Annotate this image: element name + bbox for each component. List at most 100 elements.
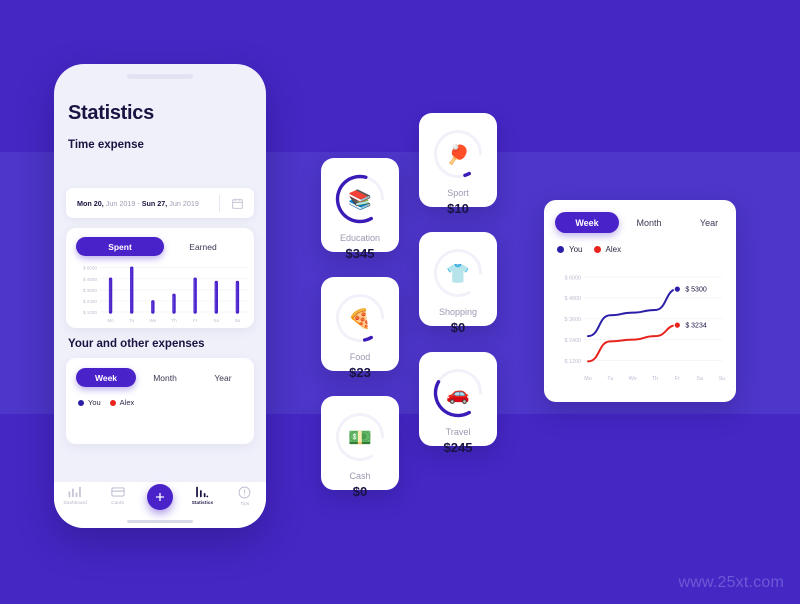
- svg-text:$ 4800: $ 4800: [83, 277, 97, 282]
- nav-item-tips[interactable]: Tips: [224, 486, 266, 506]
- nav-item-dashboard[interactable]: Dashboard: [54, 486, 96, 505]
- tab-year[interactable]: Year: [194, 368, 252, 387]
- svg-text:$ 3600: $ 3600: [83, 288, 97, 293]
- svg-text:$ 2400: $ 2400: [83, 299, 97, 304]
- category-name: Food: [349, 352, 371, 362]
- page-title: Statistics: [68, 102, 154, 124]
- date-range-field[interactable]: Mon 20, Jun 2019 - Sun 27, Jun 2019: [66, 188, 254, 218]
- period-toggle[interactable]: Week Month Year: [555, 212, 739, 233]
- chart-legend: You Alex: [78, 398, 134, 407]
- svg-text:Th: Th: [652, 376, 658, 382]
- tab-week[interactable]: Week: [555, 212, 619, 233]
- legend-dot-alex: [593, 246, 601, 253]
- category-card-shopping[interactable]: 👕 Shopping $0: [419, 232, 497, 335]
- category-card-education[interactable]: 📚 Education $345: [321, 158, 399, 261]
- svg-text:$ 6000: $ 6000: [565, 275, 582, 281]
- tab-earned[interactable]: Earned: [164, 237, 242, 256]
- svg-text:$ 5300: $ 5300: [685, 287, 707, 294]
- svg-text:Mo: Mo: [584, 376, 592, 382]
- date-end-day: Sun 27,: [141, 198, 168, 208]
- date-start-rest: Jun 2019 -: [103, 198, 142, 208]
- date-start-day: Mon 20,: [77, 198, 104, 208]
- svg-text:Sa: Sa: [213, 318, 219, 323]
- svg-text:Tu: Tu: [129, 318, 135, 323]
- svg-text:Sa: Sa: [696, 376, 703, 382]
- legend-label-alex: Alex: [119, 398, 135, 407]
- phone-speaker: [127, 74, 193, 79]
- line-chart-panel: Week Month Year You Alex $ 6000 $ 4800 $ 3…: [544, 200, 736, 402]
- legend-dot-you: [78, 399, 84, 406]
- category-value: $23: [349, 365, 371, 380]
- stats-icon: [196, 486, 209, 498]
- legend-item-alex: Alex: [109, 398, 135, 407]
- svg-text:Fr: Fr: [193, 318, 198, 323]
- pingpong-icon: 🏓: [446, 143, 470, 166]
- progress-ring: 👕: [431, 246, 485, 300]
- pizza-icon: 🍕: [348, 307, 372, 330]
- category-card-sport[interactable]: 🏓 Sport $10: [419, 113, 497, 216]
- tab-month[interactable]: Month: [619, 212, 679, 233]
- svg-text:$ 2400: $ 2400: [565, 338, 582, 344]
- bar-chart-icon: [68, 486, 82, 498]
- screen-root: Statistics Time expense Mon 20, Jun 2019…: [0, 0, 800, 604]
- section-title-time-expense: Time expense: [68, 139, 144, 151]
- legend-item-you: You: [557, 245, 583, 254]
- category-value: $0: [352, 484, 368, 499]
- legend-item-alex: Alex: [593, 245, 621, 254]
- calendar-icon[interactable]: [220, 197, 254, 210]
- category-value: $10: [447, 201, 469, 216]
- category-value: $245: [443, 440, 473, 455]
- date-end-rest: Jun 2019: [167, 198, 199, 208]
- home-indicator: [127, 520, 193, 523]
- legend-dot-alex: [109, 399, 116, 406]
- tab-month[interactable]: Month: [136, 368, 194, 387]
- bar-chart: $ 6000 $ 4800 $ 3600 $ 2400 $ 1200 Mo Tu We Th Fr…: [66, 260, 254, 328]
- nav-item-cards[interactable]: Cards: [96, 486, 138, 505]
- svg-text:Su: Su: [235, 318, 241, 323]
- category-card-cash[interactable]: 💵 Cash $0: [321, 396, 399, 499]
- svg-text:$ 4800: $ 4800: [565, 296, 582, 302]
- bottom-navigation: Dashboard Cards Statistics Tips: [54, 482, 266, 528]
- progress-ring: 📚: [333, 172, 387, 226]
- books-icon: 📚: [348, 188, 372, 211]
- tab-spent[interactable]: Spent: [76, 237, 164, 256]
- svg-text:Th: Th: [171, 318, 177, 323]
- svg-text:Tu: Tu: [607, 376, 613, 382]
- add-button[interactable]: [147, 484, 174, 510]
- spent-earned-toggle[interactable]: Spent Earned: [76, 237, 242, 256]
- nav-item-add[interactable]: [139, 484, 181, 510]
- category-name: Sport: [447, 188, 469, 198]
- period-card: Week Month Year You Alex: [66, 358, 254, 444]
- category-name: Cash: [349, 471, 371, 481]
- category-name: Shopping: [438, 307, 478, 317]
- category-card-travel[interactable]: 🚗 Travel $245: [419, 352, 497, 455]
- legend-dot-you: [557, 246, 564, 253]
- phone-screen: Statistics Time expense Mon 20, Jun 2019…: [54, 86, 266, 528]
- plus-icon: [155, 492, 165, 502]
- tab-week[interactable]: Week: [76, 368, 136, 387]
- car-icon: 🚗: [446, 382, 470, 405]
- svg-text:Fr: Fr: [675, 376, 680, 382]
- nav-item-statistics[interactable]: Statistics: [181, 486, 223, 505]
- svg-text:$ 1200: $ 1200: [565, 359, 582, 365]
- legend-item-you: You: [78, 398, 101, 407]
- info-icon: [238, 486, 251, 499]
- tab-year[interactable]: Year: [679, 212, 739, 233]
- watermark: www.25xt.com: [678, 574, 784, 591]
- svg-text:We: We: [629, 376, 637, 382]
- date-range-text: Mon 20, Jun 2019 - Sun 27, Jun 2019: [66, 199, 219, 208]
- svg-text:$ 1200: $ 1200: [83, 310, 97, 315]
- period-toggle[interactable]: Week Month Year: [76, 368, 252, 387]
- section-title-other-expenses: Your and other expenses: [68, 338, 205, 350]
- shirt-icon: 👕: [446, 262, 470, 285]
- svg-text:$ 3234: $ 3234: [685, 323, 707, 330]
- nav-label-dashboard: Dashboard: [63, 500, 87, 505]
- category-value: $345: [345, 246, 375, 261]
- spent-chart-card: Spent Earned $ 6000 $ 4800 $ 3600 $ 2400 $ 1…: [66, 228, 254, 328]
- svg-text:$ 3600: $ 3600: [565, 317, 582, 323]
- svg-text:Su: Su: [719, 376, 726, 382]
- category-card-food[interactable]: 🍕 Food $23: [321, 277, 399, 380]
- line-chart: $ 6000 $ 4800 $ 3600 $ 2400 $ 1200 Mo Tu We Th Fr…: [544, 260, 736, 400]
- legend-label-you: You: [88, 398, 101, 407]
- progress-ring: 🏓: [431, 127, 485, 181]
